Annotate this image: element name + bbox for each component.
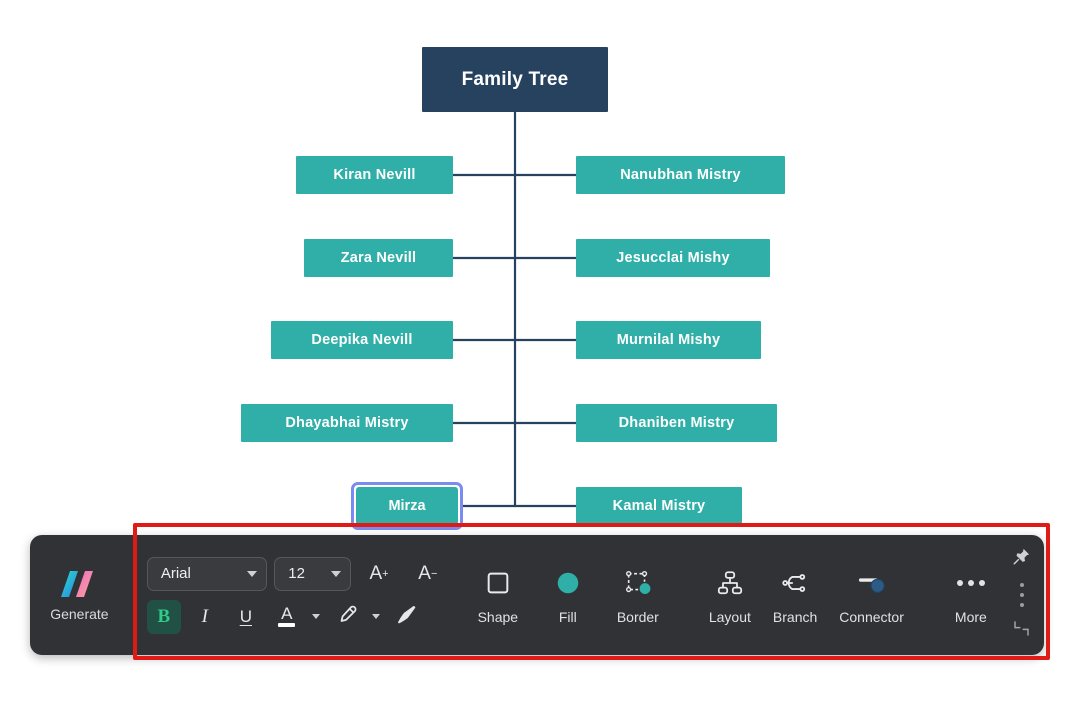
text-format-row-2: B I U A — [146, 599, 449, 634]
fill-circle-icon — [554, 566, 582, 600]
font-size-select[interactable]: 12 — [274, 556, 352, 591]
format-painter-button[interactable] — [390, 600, 424, 634]
more-button[interactable]: More — [942, 566, 1000, 625]
node-mirza-selected[interactable]: Mirza — [351, 482, 463, 530]
layout-label: Layout — [708, 608, 751, 625]
increase-font-label: A — [369, 562, 383, 584]
font-family-value: Arial — [160, 565, 191, 582]
italic-button[interactable]: I — [188, 600, 222, 634]
branch-button[interactable]: Branch — [765, 566, 825, 625]
underline-label: U — [239, 606, 252, 626]
ellipsis-icon — [956, 566, 985, 600]
decrease-font-sup: − — [430, 567, 438, 580]
font-color-chevron-down-icon[interactable] — [311, 614, 320, 619]
shape-button[interactable]: Shape — [469, 566, 527, 625]
font-color-icon: A — [278, 603, 296, 627]
fill-button[interactable]: Fill — [539, 566, 597, 625]
bold-button[interactable]: B — [146, 599, 181, 634]
node-jesucclai-mishy[interactable]: Jesucclai Mishy — [576, 239, 770, 277]
highlight-button[interactable] — [330, 600, 364, 634]
underline-button[interactable]: U — [229, 600, 263, 634]
node-nanubhan-mistry[interactable]: Nanubhan Mistry — [576, 156, 785, 194]
font-size-value: 12 — [288, 565, 305, 582]
generate-button[interactable]: Generate — [30, 535, 129, 655]
node-dhayabhai-mistry[interactable]: Dhayabhai Mistry — [241, 404, 453, 442]
font-color-button[interactable]: A — [270, 600, 304, 634]
node-root[interactable]: Family Tree — [422, 47, 608, 112]
increase-font-sup: + — [382, 567, 389, 580]
format-painter-icon — [396, 603, 418, 630]
pin-icon[interactable] — [1012, 547, 1031, 571]
connector-line-icon — [856, 566, 888, 600]
italic-label: I — [201, 605, 208, 627]
sparkle-m-icon — [58, 569, 100, 599]
chevron-down-icon — [331, 570, 342, 577]
node-kiran-nevill[interactable]: Kiran Nevill — [296, 156, 453, 194]
bold-label: B — [157, 605, 171, 627]
connector-button[interactable]: Connector — [831, 566, 912, 625]
shape-label: Shape — [477, 608, 519, 625]
border-label: Border — [616, 608, 659, 625]
connector-label: Connector — [839, 608, 904, 625]
increase-font-size-button[interactable]: A + — [358, 557, 400, 591]
format-toolbar: Generate Arial 12 A + A − B I U A Shape … — [30, 535, 1044, 655]
generate-label: Generate — [50, 605, 109, 622]
node-mirza-label: Mirza — [356, 487, 458, 525]
branch-label: Branch — [772, 608, 818, 625]
text-format-group: Arial 12 A + A − B I U A — [129, 535, 449, 655]
decrease-font-label: A — [418, 562, 431, 584]
font-color-swatch — [278, 622, 296, 627]
border-box-icon — [624, 566, 652, 600]
node-dhaniben-mistry[interactable]: Dhaniben Mistry — [576, 404, 777, 442]
more-label: More — [954, 608, 987, 625]
node-kamal-mistry[interactable]: Kamal Mistry — [576, 487, 742, 525]
hierarchy-layout-icon — [716, 566, 744, 600]
square-outline-icon — [484, 566, 512, 600]
fill-label: Fill — [558, 608, 577, 625]
node-zara-nevill[interactable]: Zara Nevill — [304, 239, 453, 277]
font-color-letter: A — [281, 603, 293, 623]
text-format-row-1: Arial 12 A + A − — [146, 556, 449, 591]
shape-tools-group: Shape Fill Border — [469, 535, 667, 655]
highlight-chevron-down-icon[interactable] — [371, 614, 380, 619]
node-deepika-nevill[interactable]: Deepika Nevill — [271, 321, 453, 359]
layout-tools-group: Layout Branch Connector — [701, 535, 912, 655]
drag-dots-icon[interactable] — [1019, 583, 1024, 607]
toolbar-edge-controls — [1000, 535, 1044, 655]
font-family-select[interactable]: Arial — [146, 556, 268, 591]
border-button[interactable]: Border — [609, 566, 667, 625]
resize-corner-icon[interactable] — [1012, 619, 1031, 643]
layout-button[interactable]: Layout — [701, 566, 759, 625]
highlighter-pen-icon — [336, 603, 358, 630]
more-tools-group: More — [942, 535, 1000, 655]
decrease-font-size-button[interactable]: A − — [407, 557, 449, 591]
chevron-down-icon — [247, 570, 258, 577]
node-murnilal-mishy[interactable]: Murnilal Mishy — [576, 321, 761, 359]
app-root: Family Tree Kiran Nevill Nanubhan Mistry… — [0, 0, 1080, 720]
branch-node-icon — [781, 566, 809, 600]
